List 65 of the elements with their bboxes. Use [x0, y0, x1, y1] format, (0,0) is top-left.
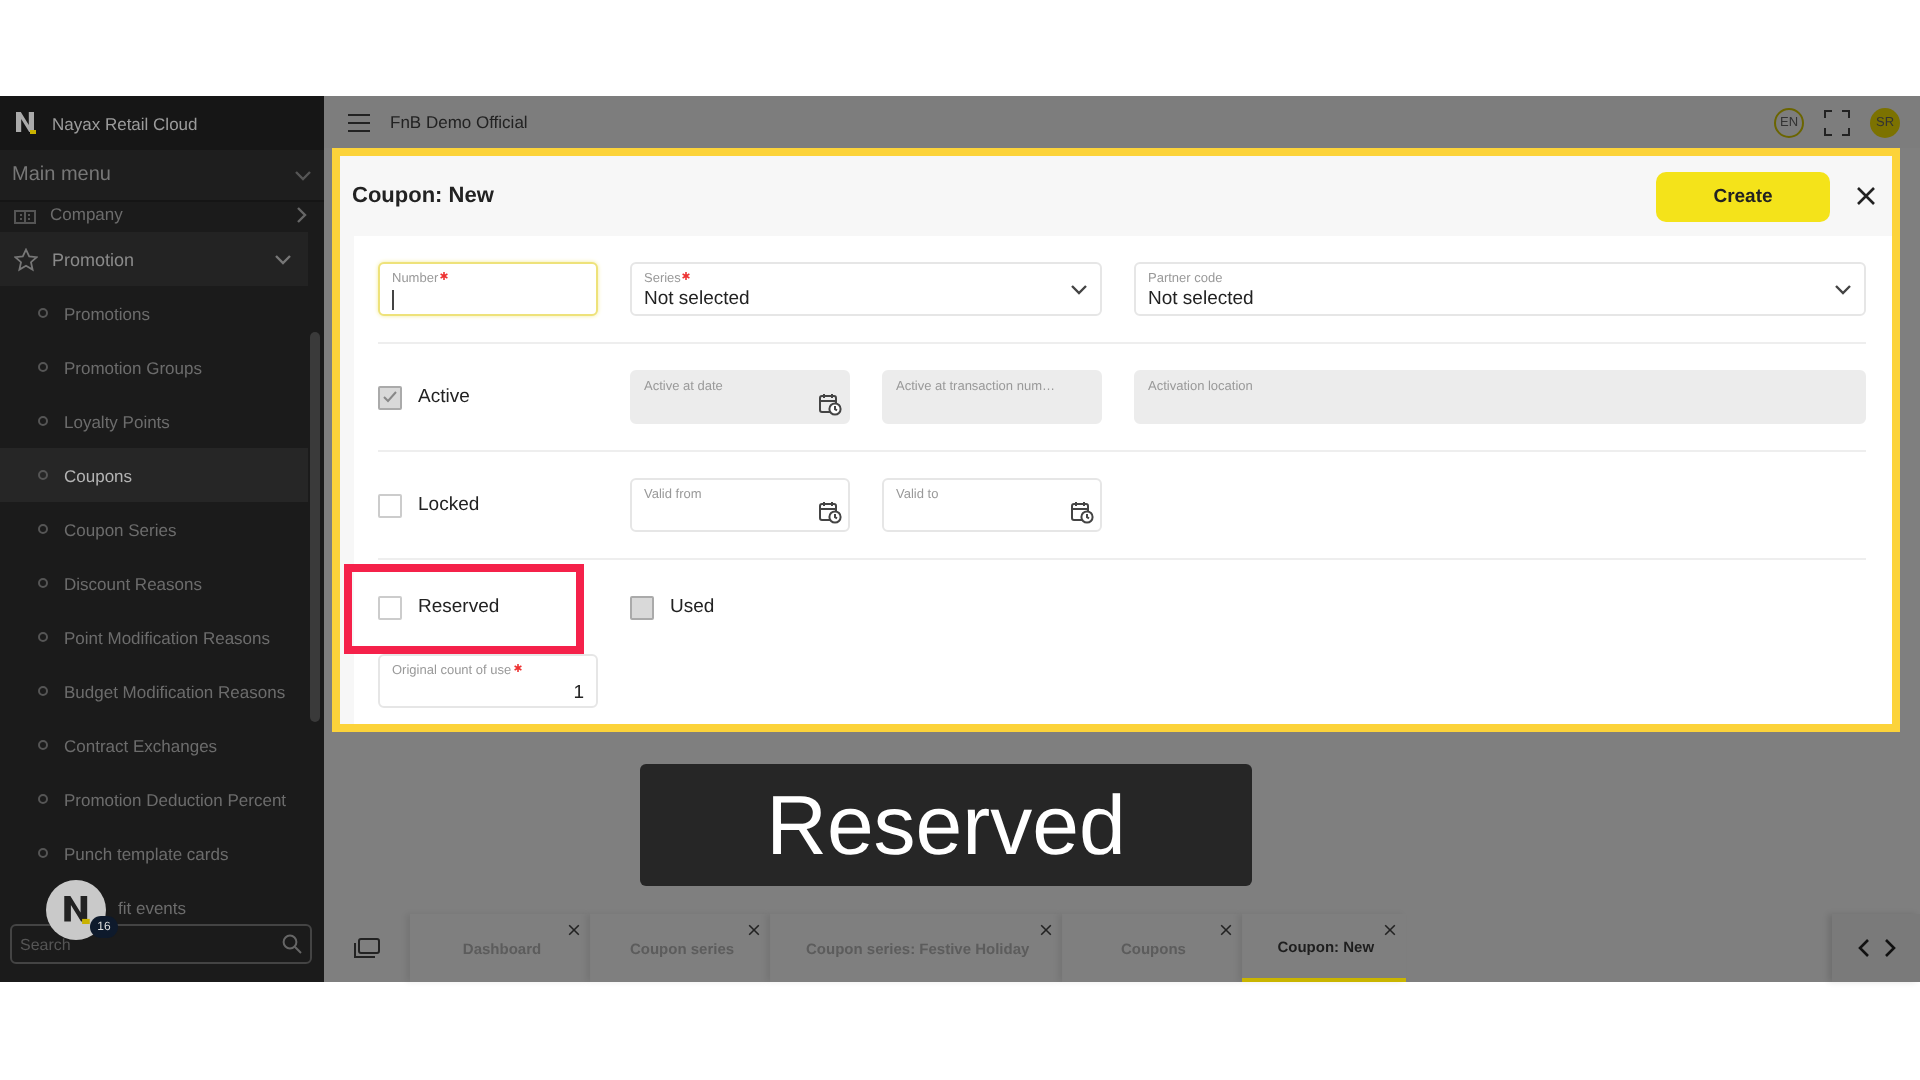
chevron-right-icon — [296, 205, 308, 223]
fullscreen-icon[interactable] — [1824, 109, 1850, 135]
menu-group-label: Company — [50, 204, 123, 224]
building-icon — [14, 205, 36, 223]
checkbox[interactable] — [378, 493, 402, 517]
logo-icon — [63, 896, 89, 924]
chevron-down-icon — [1070, 284, 1088, 296]
menu-item[interactable]: Promotions — [0, 286, 308, 340]
calendar-icon[interactable] — [818, 500, 842, 524]
menu-item[interactable]: Punch template cards — [0, 826, 308, 880]
menu-item[interactable]: Coupons — [0, 448, 308, 502]
menu-item-label: Promotion Groups — [64, 357, 202, 377]
menu-group[interactable]: Company — [0, 202, 324, 232]
required-icon — [513, 664, 522, 672]
menu-item-label: Coupon Series — [64, 519, 177, 539]
chevron-down-icon — [1834, 284, 1852, 296]
menu-item[interactable]: Budget Modification Reasons — [0, 664, 308, 718]
menu-item-label: Contract Exchanges — [64, 735, 218, 755]
chevron-down-icon — [294, 169, 312, 181]
star-icon — [14, 247, 38, 271]
field-value: Not selected — [644, 288, 752, 310]
menu-group-label: Promotion — [52, 249, 135, 269]
menu-item[interactable]: fit events — [0, 880, 308, 920]
workspace-title: FnB Demo Official — [390, 112, 528, 132]
menu-item-label: fit events — [118, 897, 187, 917]
search-placeholder: Search — [20, 935, 71, 953]
menu-item-label: Point Modification Reasons — [64, 627, 271, 647]
menu-group[interactable]: Promotion — [0, 232, 308, 286]
field-value: Not selected — [1148, 288, 1256, 310]
required-icon — [682, 272, 691, 280]
text-cursor — [392, 290, 394, 310]
windows-icon[interactable] — [354, 938, 380, 958]
field-value: 1 — [571, 682, 584, 704]
chevron-down-icon — [274, 253, 292, 265]
checkbox-option[interactable]: Reserved — [378, 580, 598, 634]
menu-item-label: Punch template cards — [64, 843, 229, 863]
caption: Reserved — [640, 764, 1252, 886]
brand-name: Nayax Retail Cloud — [52, 113, 198, 133]
menu-icon[interactable] — [348, 113, 370, 131]
menu-item[interactable]: Coupon Series — [0, 502, 308, 556]
close-icon[interactable] — [1856, 186, 1876, 206]
menu-item[interactable]: Promotion Groups — [0, 340, 308, 394]
menu-item[interactable]: Contract Exchanges — [0, 718, 308, 772]
calendar-icon[interactable] — [1070, 500, 1094, 524]
checkbox[interactable] — [378, 595, 402, 619]
logo-icon — [16, 112, 36, 134]
menu-item-label: Loyalty Points — [64, 411, 170, 431]
menu-item[interactable]: Point Modification Reasons — [0, 610, 308, 664]
menu-item-label: Discount Reasons — [64, 573, 202, 593]
menu-item[interactable]: Loyalty Points — [0, 394, 308, 448]
menu-title: Main menu — [12, 164, 111, 186]
menu-item[interactable]: Promotion Deduction Percent — [0, 772, 308, 826]
chevron-left-icon[interactable] — [1857, 938, 1869, 958]
menu-item[interactable]: Discount Reasons — [0, 556, 308, 610]
menu-item-label: Budget Modification Reasons — [64, 681, 286, 701]
create-button[interactable]: Create — [1656, 171, 1830, 221]
menu-item-label: Coupons — [64, 465, 133, 485]
chevron-right-icon[interactable] — [1883, 938, 1895, 958]
dialog-title: Coupon: New — [352, 184, 496, 208]
menu-item-label: Promotions — [64, 303, 150, 323]
required-icon — [440, 272, 449, 280]
chat-launcher[interactable] — [46, 880, 106, 940]
menu-item-label: Promotion Deduction Percent — [64, 789, 287, 809]
checkbox-option[interactable]: Locked — [378, 478, 598, 532]
search-icon[interactable] — [282, 934, 302, 954]
